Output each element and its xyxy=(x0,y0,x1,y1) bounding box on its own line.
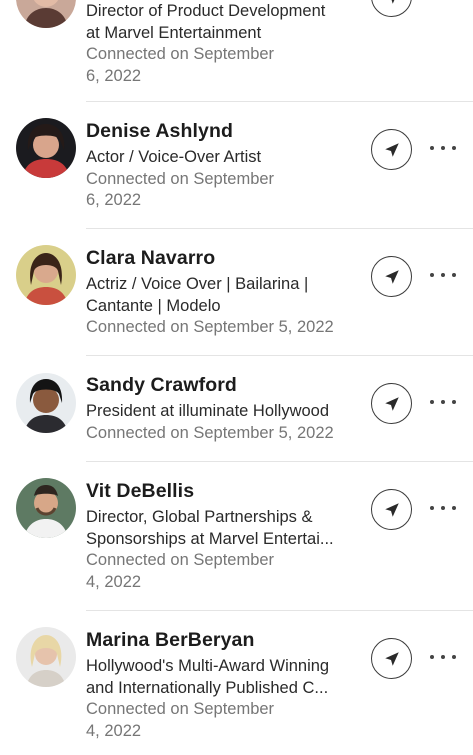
more-options-icon xyxy=(441,655,445,659)
more-options-icon xyxy=(430,273,434,277)
more-options-icon xyxy=(452,146,456,150)
connection-row[interactable]: Sandy Crawford President at illuminate H… xyxy=(0,356,473,462)
more-options-button[interactable] xyxy=(430,141,456,155)
connected-line: 4, 2022 xyxy=(86,572,142,591)
avatar[interactable] xyxy=(16,245,76,305)
headline-line: Actor / Voice-Over Artist xyxy=(86,148,262,166)
connected-line: Connected on September 5, 2022 xyxy=(86,423,334,442)
send-message-icon xyxy=(391,0,394,4)
message-button[interactable] xyxy=(371,0,412,17)
connection-name[interactable]: Clara Navarro xyxy=(86,245,364,271)
connection-row[interactable]: Denise Ashlynd Actor / Voice-Over Artist… xyxy=(0,102,473,229)
headline-line: and Internationally Published C... xyxy=(86,678,329,697)
connected-date: Connected on September 5, 2022 xyxy=(86,423,364,445)
avatar[interactable] xyxy=(16,373,76,433)
more-options-icon xyxy=(452,400,456,404)
connection-row[interactable]: Clara Navarro Actriz / Voice Over | Bail… xyxy=(0,229,473,356)
connected-line: Connected on September xyxy=(86,700,275,718)
more-options-icon xyxy=(441,400,445,404)
connected-line: 6, 2022 xyxy=(86,191,142,209)
connected-line: 4, 2022 xyxy=(86,721,142,740)
avatar[interactable] xyxy=(16,627,76,687)
connected-date: Connected on September 5, 2022 xyxy=(86,317,364,339)
more-options-button[interactable] xyxy=(430,501,456,515)
more-options-icon xyxy=(430,400,434,404)
send-message-icon xyxy=(384,142,399,157)
more-options-button[interactable] xyxy=(430,395,456,409)
more-options-icon xyxy=(441,146,445,150)
message-button[interactable] xyxy=(371,383,412,424)
connected-date: Connected on September 6, 2022 xyxy=(86,44,364,87)
connected-line: 6, 2022 xyxy=(86,66,142,85)
send-message-icon xyxy=(384,651,399,666)
connection-headline: Actor / Voice-Over Artist xyxy=(86,147,364,169)
avatar[interactable] xyxy=(16,478,76,538)
connections-list: Director of Product Development at Marve… xyxy=(0,0,473,755)
headline-line: Sponsorships at Marvel Entertai... xyxy=(86,529,334,548)
connected-line: Connected on September xyxy=(86,551,275,569)
connected-line: Connected on September 5, 2022 xyxy=(86,318,334,336)
connection-row[interactable]: Vit DeBellis Director, Global Partnershi… xyxy=(0,462,473,611)
connected-line: Connected on September xyxy=(86,169,275,188)
connection-name[interactable]: Sandy Crawford xyxy=(86,372,364,398)
message-button[interactable] xyxy=(371,638,412,679)
connection-headline: Director of Product Development at Marve… xyxy=(86,1,364,44)
more-options-icon xyxy=(430,655,434,659)
avatar[interactable] xyxy=(16,118,76,178)
headline-line: at Marvel Entertainment xyxy=(86,23,262,42)
message-button[interactable] xyxy=(371,489,412,530)
avatar[interactable] xyxy=(16,0,76,28)
headline-line: Actriz / Voice Over | Bailarina | xyxy=(86,275,309,293)
connection-row[interactable]: Marina BerBeryan Hollywood's Multi-Award… xyxy=(0,611,473,755)
connection-name[interactable]: Marina BerBeryan xyxy=(86,627,364,653)
connected-line: Connected on September xyxy=(86,45,275,63)
send-message-icon xyxy=(384,396,399,411)
connection-headline: President at illuminate Hollywood xyxy=(86,401,364,423)
more-options-icon xyxy=(441,506,445,510)
headline-line: President at illuminate Hollywood xyxy=(86,402,330,420)
connected-date: Connected on September 4, 2022 xyxy=(86,550,364,593)
more-options-button[interactable] xyxy=(430,650,456,664)
headline-line: Cantante | Modelo xyxy=(86,296,221,315)
connection-headline: Actriz / Voice Over | Bailarina | Cantan… xyxy=(86,274,364,317)
more-options-icon xyxy=(430,506,434,510)
connection-headline: Hollywood's Multi-Award Winning and Inte… xyxy=(86,656,364,699)
connection-row[interactable]: Director of Product Development at Marve… xyxy=(0,0,473,102)
send-message-icon xyxy=(384,502,399,517)
connection-name[interactable]: Vit DeBellis xyxy=(86,478,364,504)
message-button[interactable] xyxy=(371,129,412,170)
send-message-icon xyxy=(384,269,399,284)
connection-name[interactable]: Denise Ashlynd xyxy=(86,118,364,144)
headline-line: Hollywood's Multi-Award Winning xyxy=(86,657,330,675)
headline-line: Director of Product Development xyxy=(86,2,326,20)
headline-line: Director, Global Partnerships & xyxy=(86,508,313,526)
more-options-icon xyxy=(452,506,456,510)
more-options-icon xyxy=(441,273,445,277)
more-options-icon xyxy=(452,655,456,659)
connected-date: Connected on September 4, 2022 xyxy=(86,699,364,742)
more-options-button[interactable] xyxy=(430,268,456,282)
message-button[interactable] xyxy=(371,256,412,297)
more-options-icon xyxy=(430,146,434,150)
connection-headline: Director, Global Partnerships & Sponsors… xyxy=(86,507,364,550)
more-options-icon xyxy=(452,273,456,277)
connected-date: Connected on September 6, 2022 xyxy=(86,169,364,212)
